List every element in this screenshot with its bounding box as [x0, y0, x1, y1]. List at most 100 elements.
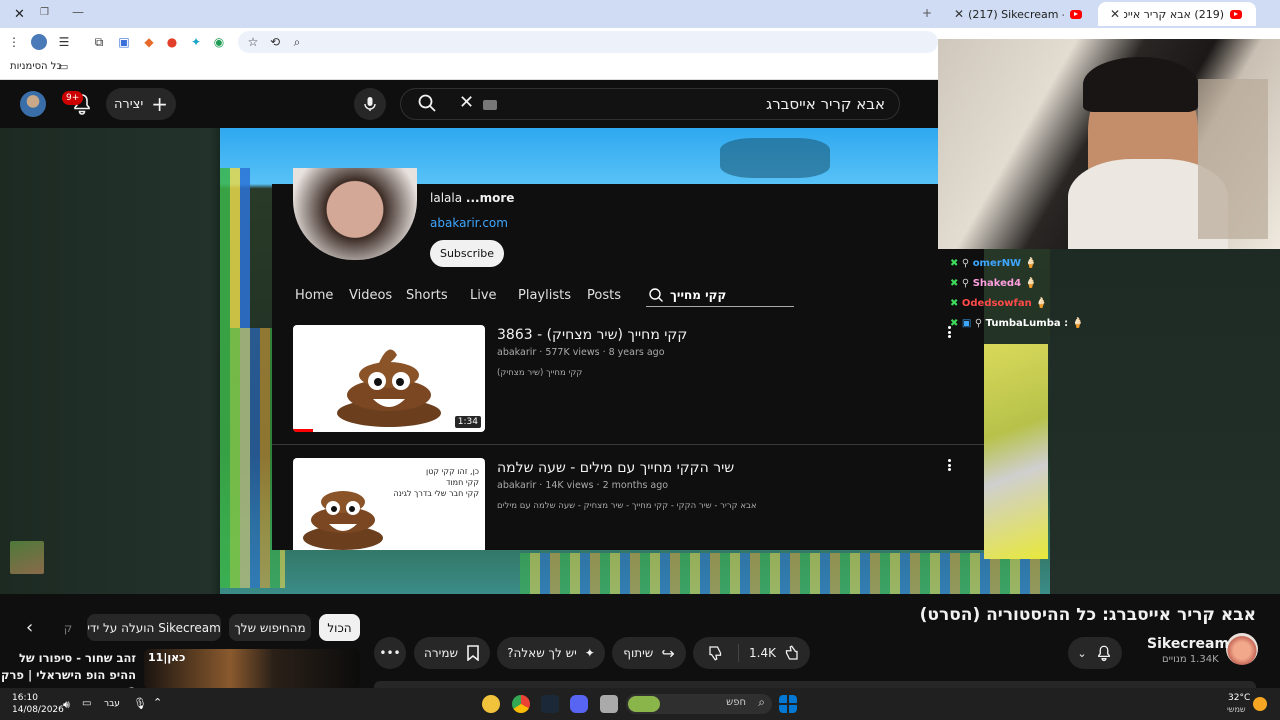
volume-icon[interactable]: 🔊︎ — [63, 698, 70, 712]
tab-sikecream[interactable]: ✕ (217) Sikecream - YouTube — [942, 2, 1096, 26]
translate-icon[interactable]: ⟲ — [267, 34, 283, 50]
tab-title: (219) אבא קריר אייסברג: כל הה — [1124, 7, 1224, 21]
close-tab-icon[interactable]: ✕ — [954, 7, 964, 21]
chrome-icon[interactable] — [512, 695, 530, 713]
video-title[interactable]: שיר הקקי מחייך עם מילים - שעה שלמה — [497, 460, 734, 476]
tab-videos[interactable]: Videos — [349, 288, 392, 303]
tab-home[interactable]: Home — [295, 288, 333, 303]
discord-icon[interactable] — [570, 695, 588, 713]
tab-playlists[interactable]: Playlists — [518, 288, 571, 303]
microphone-icon — [364, 97, 376, 111]
chevron-left-icon[interactable]: ‹ — [26, 617, 33, 638]
subscribe-button[interactable]: Subscribe — [430, 240, 504, 267]
zoom-icon[interactable]: ⌕ — [289, 34, 305, 50]
address-bar[interactable] — [238, 31, 938, 53]
channel-search-query: קקי מחייך — [670, 288, 727, 302]
tab-active[interactable]: ✕ (219) אבא קריר אייסברג: כל הה — [1098, 2, 1256, 26]
mic-icon[interactable]: 🎙︎ — [133, 697, 147, 710]
clock-date[interactable]: 14/08/2026 — [12, 705, 64, 715]
video-thumbnail[interactable]: 1:34 — [293, 325, 485, 432]
search-icon[interactable] — [417, 93, 437, 117]
tab-posts[interactable]: Posts — [587, 288, 621, 303]
tab-live[interactable]: Live — [470, 288, 497, 303]
video-title: אבא קריר אייסברג: כל ההיסטוריה (הסרט) — [919, 605, 1256, 625]
video-title[interactable]: קקי מחייך (שיר מצחיק) - 3863 — [497, 327, 687, 343]
sparkle-icon: ✦ — [584, 646, 595, 660]
ask-button[interactable]: יש לך שאלה? ✦ — [497, 637, 605, 669]
extension-icon[interactable]: ◆ — [141, 34, 157, 50]
video-description: אבא קריר - שיר הקקי - קקי מחייך - שיר מצ… — [497, 501, 757, 511]
close-window-icon[interactable]: ✕ — [14, 7, 25, 22]
chat-message: ✖ ▣ ⚲ TumbaLumba : 🍦 — [950, 318, 1085, 329]
subscriber-count: 1.34K מנויים — [1162, 654, 1219, 665]
bell-icon — [1097, 645, 1110, 662]
channel-badge: כאן|11 — [148, 651, 186, 664]
thumbnail-text: כן, זהו קקי קטן קקי חמוד קקי חבר שלי בדר… — [393, 467, 479, 498]
extension-icon[interactable]: ● — [164, 34, 180, 50]
bookmark-icon — [467, 645, 479, 661]
weather-temp[interactable]: 32°C — [1228, 693, 1250, 703]
tray-overflow-icon[interactable]: ⌃ — [153, 696, 162, 709]
more-options-icon[interactable] — [944, 458, 954, 472]
chip-from-search[interactable]: מהחיפוש שלך — [229, 614, 311, 641]
sun-icon — [1253, 697, 1267, 711]
task-view-icon[interactable] — [600, 695, 618, 713]
chip-partial[interactable]: ק — [56, 614, 80, 641]
notification-badge: 9+ — [62, 91, 84, 105]
video-channel-meta: abakarir · 577K views · 8 years ago — [497, 347, 665, 358]
window-controls[interactable]: ✕ — [0, 2, 40, 26]
like-button[interactable]: 1.4K — [739, 644, 810, 662]
tab-shorts[interactable]: Shorts — [406, 288, 448, 303]
close-tab-icon[interactable]: ✕ — [1110, 7, 1120, 21]
save-button[interactable]: שמירה — [414, 637, 490, 669]
channel-name[interactable]: Sikecream — [1147, 636, 1229, 652]
browser-menu-icon[interactable]: ⋮ — [6, 34, 22, 50]
avatar[interactable] — [20, 91, 46, 117]
extensions-icon[interactable]: ⧉ — [91, 34, 107, 50]
search-input[interactable]: אבא קריר אייסברג ✕ — [400, 88, 900, 120]
restore-window-icon[interactable]: ❐ — [40, 7, 49, 18]
extension-icon[interactable]: ◉ — [211, 34, 227, 50]
extension-icon[interactable]: ✦ — [188, 34, 204, 50]
clear-search-icon[interactable]: ✕ — [459, 92, 474, 113]
windows-start-icon[interactable] — [779, 695, 797, 713]
keyboard-icon[interactable] — [483, 100, 497, 110]
subscribed-bell-button[interactable]: ⌄ — [1068, 637, 1122, 669]
profile-avatar-icon[interactable] — [31, 34, 47, 50]
channel-search-input[interactable]: קקי מחייך — [646, 286, 794, 307]
clock-time[interactable]: 16:10 — [12, 693, 38, 703]
taskbar-search-input[interactable]: חפש ⌕ — [626, 694, 772, 714]
thumbs-up-icon — [785, 645, 798, 660]
webcam-overlay — [938, 39, 1280, 249]
create-button[interactable]: יצירה + — [106, 88, 176, 120]
channel-avatar[interactable] — [1226, 633, 1258, 665]
like-dislike-group: 1.4K — [693, 637, 810, 669]
share-button[interactable]: שיתוף ↪ — [612, 637, 686, 669]
reading-list-icon[interactable]: ☰ — [56, 34, 72, 50]
video-thumbnail[interactable]: כן, זהו קקי קטן קקי חמוד קקי חבר שלי בדר… — [293, 458, 485, 550]
create-label: יצירה — [113, 96, 144, 112]
minimize-window-icon[interactable]: — — [72, 5, 84, 19]
extension-icon[interactable]: ▣ — [116, 34, 132, 50]
bookmarks-bar: ▭ כל הסימניות — [0, 56, 938, 80]
new-tab-icon[interactable]: + — [922, 6, 932, 20]
chip-uploaded-by[interactable]: הועלה על ידי Sikecream — [87, 614, 221, 641]
comments-box — [374, 681, 1256, 688]
taskbar-search-placeholder: חפש — [726, 697, 746, 708]
taskbar-app-icon[interactable] — [482, 695, 500, 713]
dislike-button[interactable] — [693, 644, 739, 662]
voice-search-button[interactable] — [354, 88, 386, 120]
chip-all[interactable]: הכול — [319, 614, 360, 641]
steam-icon[interactable] — [541, 695, 559, 713]
language-indicator[interactable]: עבר — [104, 699, 120, 709]
more-actions-button[interactable]: ••• — [374, 637, 406, 669]
network-icon[interactable]: ▭ — [82, 698, 91, 709]
recommended-thumbnail[interactable]: כאן|11 — [144, 649, 360, 689]
video-description: קקי מחייך (שיר מצחיק) — [497, 368, 583, 378]
all-bookmarks-label[interactable]: כל הסימניות — [10, 61, 62, 72]
channel-link[interactable]: abakarir.com — [430, 216, 508, 230]
save-label: שמירה — [424, 646, 458, 660]
more-link[interactable]: ...more — [466, 191, 514, 205]
bookmark-star-icon[interactable]: ☆ — [245, 34, 261, 50]
plus-icon: + — [151, 92, 169, 116]
